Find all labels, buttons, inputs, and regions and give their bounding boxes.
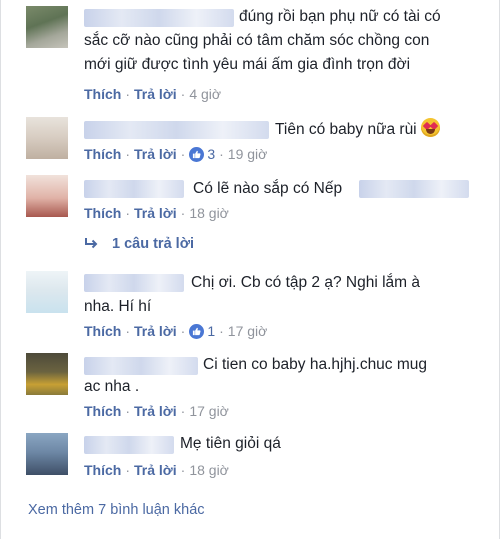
comment-text: mới giữ được tình yêu mái ấm gia đình tr… (84, 56, 411, 73)
comment-actions: Thích · Trả lời · 17 giờ (84, 403, 229, 419)
reply-button[interactable]: Trả lời (134, 462, 177, 478)
commenter-name-blurred[interactable] (84, 180, 184, 198)
reply-button[interactable]: Trả lời (134, 323, 177, 339)
heart-eyes-emoji (420, 118, 440, 137)
avatar[interactable] (26, 6, 68, 48)
timestamp[interactable]: 18 giờ (189, 462, 229, 478)
commenter-name-blurred[interactable] (84, 357, 198, 375)
avatar[interactable] (26, 117, 68, 159)
comment-actions: Thích · Trả lời · 18 giờ (84, 205, 229, 221)
avatar[interactable] (26, 353, 68, 395)
comment-text: Ci tien co baby ha.hjhj.chuc mug (203, 356, 428, 373)
avatar[interactable] (26, 271, 68, 313)
comment-text: Có lẽ nào sắp có Nếp (193, 180, 343, 197)
comments-panel: đúng rồi bạn phụ nữ có tài có sắc cỡ nào… (0, 0, 500, 539)
blurred-text (359, 180, 469, 198)
timestamp[interactable]: 18 giờ (189, 205, 229, 221)
reply-button[interactable]: Trả lời (134, 86, 177, 102)
timestamp[interactable]: 17 giờ (189, 403, 229, 419)
reply-button[interactable]: Trả lời (134, 205, 177, 221)
comment-text: Tiên có baby nữa rùi (275, 118, 440, 141)
timestamp[interactable]: 19 giờ (228, 146, 268, 162)
reply-button[interactable]: Trả lời (134, 146, 177, 162)
comment-actions: Thích · Trả lời · 1 · 17 giờ (84, 323, 268, 339)
like-button[interactable]: Thích (84, 86, 121, 102)
comment-text: đúng rồi bạn phụ nữ có tài có (239, 8, 441, 25)
comment-text: Chị ơi. Cb có tập 2 ạ? Nghi lắm à (191, 274, 420, 291)
reply-arrow-icon (85, 238, 98, 249)
comment-text: nha. Hí hí (84, 298, 152, 315)
comment-actions: Thích · Trả lời · 4 giờ (84, 86, 222, 102)
comment-actions: Thích · Trả lời · 3 · 19 giờ (84, 146, 268, 162)
like-button[interactable]: Thích (84, 403, 121, 419)
like-button[interactable]: Thích (84, 462, 121, 478)
reply-button[interactable]: Trả lời (134, 403, 177, 419)
avatar[interactable] (26, 433, 68, 475)
commenter-name-blurred[interactable] (84, 121, 269, 139)
comment-text: Mẹ tiên giỏi qá (180, 435, 281, 452)
view-more-comments-link[interactable]: Xem thêm 7 bình luận khác (28, 502, 205, 518)
avatar[interactable] (26, 175, 68, 217)
reaction-count[interactable]: 3 (189, 146, 215, 162)
like-button[interactable]: Thích (84, 146, 121, 162)
commenter-name-blurred[interactable] (84, 274, 184, 292)
view-replies-link[interactable]: 1 câu trả lời (84, 236, 194, 252)
timestamp[interactable]: 17 giờ (228, 323, 268, 339)
comment-actions: Thích · Trả lời · 18 giờ (84, 462, 229, 478)
like-button[interactable]: Thích (84, 205, 121, 221)
timestamp[interactable]: 4 giờ (189, 86, 221, 102)
comment-text: sắc cỡ nào cũng phải có tâm chăm sóc chồ… (84, 32, 430, 49)
commenter-name-blurred[interactable] (84, 9, 234, 27)
thumbs-up-icon (189, 146, 205, 162)
like-button[interactable]: Thích (84, 323, 121, 339)
comment-text: ac nha . (84, 378, 140, 395)
commenter-name-blurred[interactable] (84, 436, 174, 454)
reaction-count[interactable]: 1 (189, 323, 215, 339)
thumbs-up-icon (189, 323, 205, 339)
